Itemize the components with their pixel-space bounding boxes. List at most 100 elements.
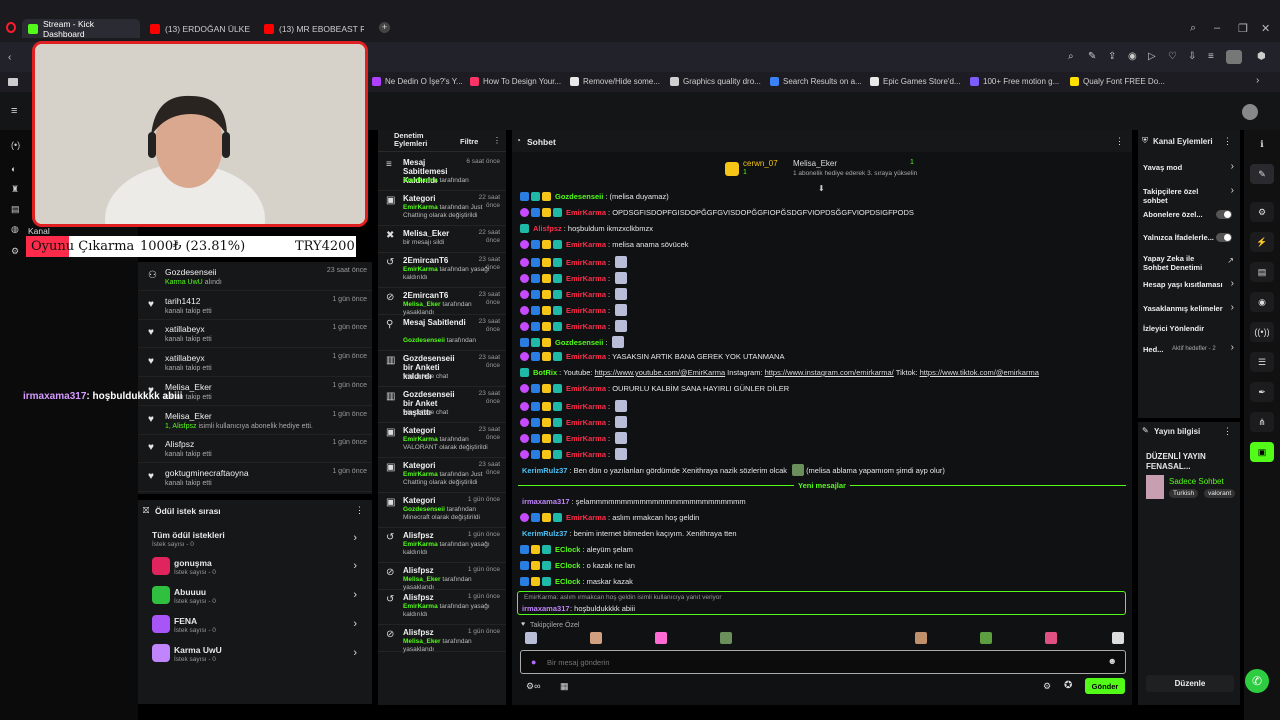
support-chat-icon[interactable]: ✆ — [1245, 669, 1269, 693]
chat-username[interactable]: EmirKarma — [566, 258, 606, 267]
chat-username[interactable]: EmirKarma — [566, 290, 606, 299]
chat-username[interactable]: Gozdesenseii — [555, 338, 603, 347]
moderation-item[interactable]: ⊘ 2EmircanT6 23 saat önce Melisa_Eker taraf… — [378, 288, 506, 316]
emote[interactable] — [1045, 632, 1057, 644]
actions-menu-icon[interactable]: ⋮ — [1223, 136, 1232, 147]
nav-channel-label[interactable]: Kanal — [28, 226, 50, 236]
emote[interactable] — [655, 632, 667, 644]
opera-logo-icon[interactable] — [6, 22, 16, 33]
moderation-item[interactable]: ▣ Kategori 1 gün önce Gozdesenseii tarafınd… — [378, 493, 506, 528]
stream-info-menu-icon[interactable]: ⋮ — [1223, 426, 1232, 437]
activity-username[interactable]: goktugminecraftaoyna — [165, 468, 249, 478]
maximize-icon[interactable]: ❐ — [1238, 22, 1248, 35]
chat-input-box[interactable]: ● ☻ — [520, 650, 1126, 674]
chat-username[interactable]: BotRix — [533, 368, 557, 377]
search-icon[interactable]: ⌕ — [1190, 22, 1196, 35]
activity-username[interactable]: Alisfpsz — [165, 439, 194, 449]
send-button[interactable]: Gönder — [1085, 678, 1125, 694]
chat-username[interactable]: EmirKarma — [566, 322, 606, 331]
lightning-icon[interactable]: ⚡ — [1250, 232, 1274, 252]
bookmark[interactable]: Search Results on a... — [770, 77, 862, 86]
download-icon[interactable]: ⇩ — [1188, 51, 1196, 62]
document-icon[interactable]: ▤ — [1250, 262, 1274, 282]
bookmark[interactable]: Remove/Hide some... — [570, 77, 660, 86]
channel-action-item[interactable]: Hesap yaşı kısıtlaması › — [1138, 278, 1240, 298]
chat-username[interactable]: EmirKarma — [566, 513, 606, 522]
chat-username[interactable]: EmirKarma — [566, 306, 606, 315]
tag-chip[interactable]: Turkish — [1169, 489, 1199, 498]
chat-username[interactable]: EmirKarma — [566, 274, 606, 283]
pencil-icon[interactable]: ✎ — [1250, 164, 1274, 184]
chevron-right-icon[interactable]: › — [1231, 342, 1234, 353]
rewards-menu-icon[interactable]: ⋮ — [355, 505, 364, 516]
chat-menu-icon[interactable]: ⋮ — [1115, 136, 1124, 147]
settings-icon[interactable]: ⚙ — [11, 246, 19, 257]
chat-username[interactable]: EmirKarma — [566, 434, 606, 443]
chat-username[interactable]: KerimRulz37 — [522, 466, 567, 475]
minimize-icon[interactable]: – — [1214, 22, 1220, 34]
goals-label[interactable]: Hed... — [1143, 345, 1163, 354]
heart-icon[interactable]: ♡ — [1168, 51, 1177, 62]
youtube-link[interactable]: https://www.youtube.com/@EmirKarma — [595, 368, 726, 377]
chat-username[interactable]: KerimRulz37 — [522, 529, 567, 538]
toggle-switch[interactable] — [1216, 210, 1232, 219]
moderation-item[interactable]: ▣ Kategori 22 saat önce EmirKarma tarafında… — [378, 191, 506, 226]
bookmark[interactable]: Qualy Font FREE Do... — [1070, 77, 1165, 86]
more-bookmarks-icon[interactable]: › — [1256, 75, 1259, 86]
chat-icon[interactable]: ◉ — [1250, 292, 1274, 312]
close-icon[interactable]: ✕ — [1261, 22, 1270, 35]
edit-icon[interactable]: ✎ — [1088, 51, 1096, 62]
activity-username[interactable]: Gozdesenseii — [165, 267, 217, 277]
cube-icon[interactable]: ⬢ — [1257, 51, 1266, 62]
list-icon[interactable]: ☰ — [1250, 352, 1274, 372]
bookmark[interactable]: Epic Games Store'd... — [870, 77, 961, 86]
bookmark[interactable]: 100+ Free motion g... — [970, 77, 1059, 86]
folder-icon[interactable] — [8, 78, 18, 86]
share-icon[interactable]: ⇪ — [1108, 51, 1116, 62]
moderation-item[interactable]: ⚲ Mesaj Sabitlendi 23 saat önce Gozdesensei… — [378, 315, 506, 351]
moderation-item[interactable]: ↺ Alisfpsz 1 gün önce EmirKarma tarafından … — [378, 590, 506, 625]
channel-action-item[interactable]: İzleyici Yönlendir — [1138, 324, 1240, 342]
bookmark[interactable]: Graphics quality dro... — [670, 77, 761, 86]
back-icon[interactable]: ‹ — [8, 52, 11, 63]
category-name[interactable]: Sadece Sohbet — [1169, 477, 1224, 486]
channel-action-item[interactable]: Yavaş mod › — [1138, 161, 1240, 181]
rewards-icon[interactable]: ✪ — [1064, 680, 1072, 691]
tab-youtube-2[interactable]: (13) MR EBOBEAST REZİL — [258, 19, 370, 38]
emote[interactable] — [915, 632, 927, 644]
channel-action-item[interactable]: Takipçilere özel sohbet › — [1138, 185, 1240, 205]
reward-item[interactable]: Abuuuu İstek sayısı - 0 › — [152, 586, 367, 608]
stream-icon[interactable]: (•) — [11, 140, 20, 150]
moderation-item[interactable]: ▣ Kategori 23 saat önce EmirKarma tarafında… — [378, 423, 506, 458]
moderation-item[interactable]: ↺ 2EmircanT6 23 saat önce EmirKarma tarafın… — [378, 253, 506, 288]
wrench-icon[interactable]: ✒ — [1250, 382, 1274, 402]
activity-username[interactable]: Melisa_Eker — [165, 411, 212, 421]
share-icon[interactable]: ⋔ — [1250, 412, 1274, 432]
chat-settings-icon[interactable]: ⚙ — [1043, 681, 1051, 692]
chat-username[interactable]: EClock — [555, 545, 580, 554]
emoji-icon[interactable]: ☻ — [1108, 656, 1117, 666]
moderation-filter-button[interactable]: Filtre — [460, 137, 478, 146]
chat-tools-icon[interactable]: ⚙∞ — [526, 681, 540, 692]
instagram-link[interactable]: https://www.instagram.com/emirkarma/ — [765, 368, 894, 377]
pinned-expand-icon[interactable]: ⬇ — [818, 184, 825, 193]
emote[interactable] — [590, 632, 602, 644]
bookmark[interactable]: How To Design Your... — [470, 77, 561, 86]
chat-username[interactable]: Gozdesenseii — [555, 192, 603, 201]
chat-message-input[interactable] — [547, 656, 1087, 669]
trophy-icon[interactable]: ♜ — [11, 184, 19, 195]
broadcast-icon[interactable]: ((•)) — [1250, 322, 1274, 342]
moderation-item[interactable]: ≡ Mesaj Sabitlemesi Kaldırıldı 6 saat önce… — [378, 155, 506, 191]
emote[interactable] — [525, 632, 537, 644]
emote[interactable] — [1112, 632, 1124, 644]
channel-action-item[interactable]: Yalnızca İfadelerle... — [1138, 233, 1240, 251]
chat-username[interactable]: EmirKarma — [566, 384, 606, 393]
chat-username[interactable]: irmaxama317 — [522, 497, 570, 506]
tiktok-link[interactable]: https://www.tiktok.com/@emirkarma — [920, 368, 1039, 377]
kick-icon[interactable]: ▣ — [1250, 442, 1274, 462]
chat-username[interactable]: EmirKarma — [566, 402, 606, 411]
moderation-item[interactable]: ▣ Kategori 23 saat önce EmirKarma tarafında… — [378, 458, 506, 493]
chat-username[interactable]: EmirKarma — [566, 450, 606, 459]
reward-item[interactable]: FENA İstek sayısı - 0 › — [152, 615, 367, 637]
tag-chip[interactable]: valorant — [1204, 489, 1236, 498]
